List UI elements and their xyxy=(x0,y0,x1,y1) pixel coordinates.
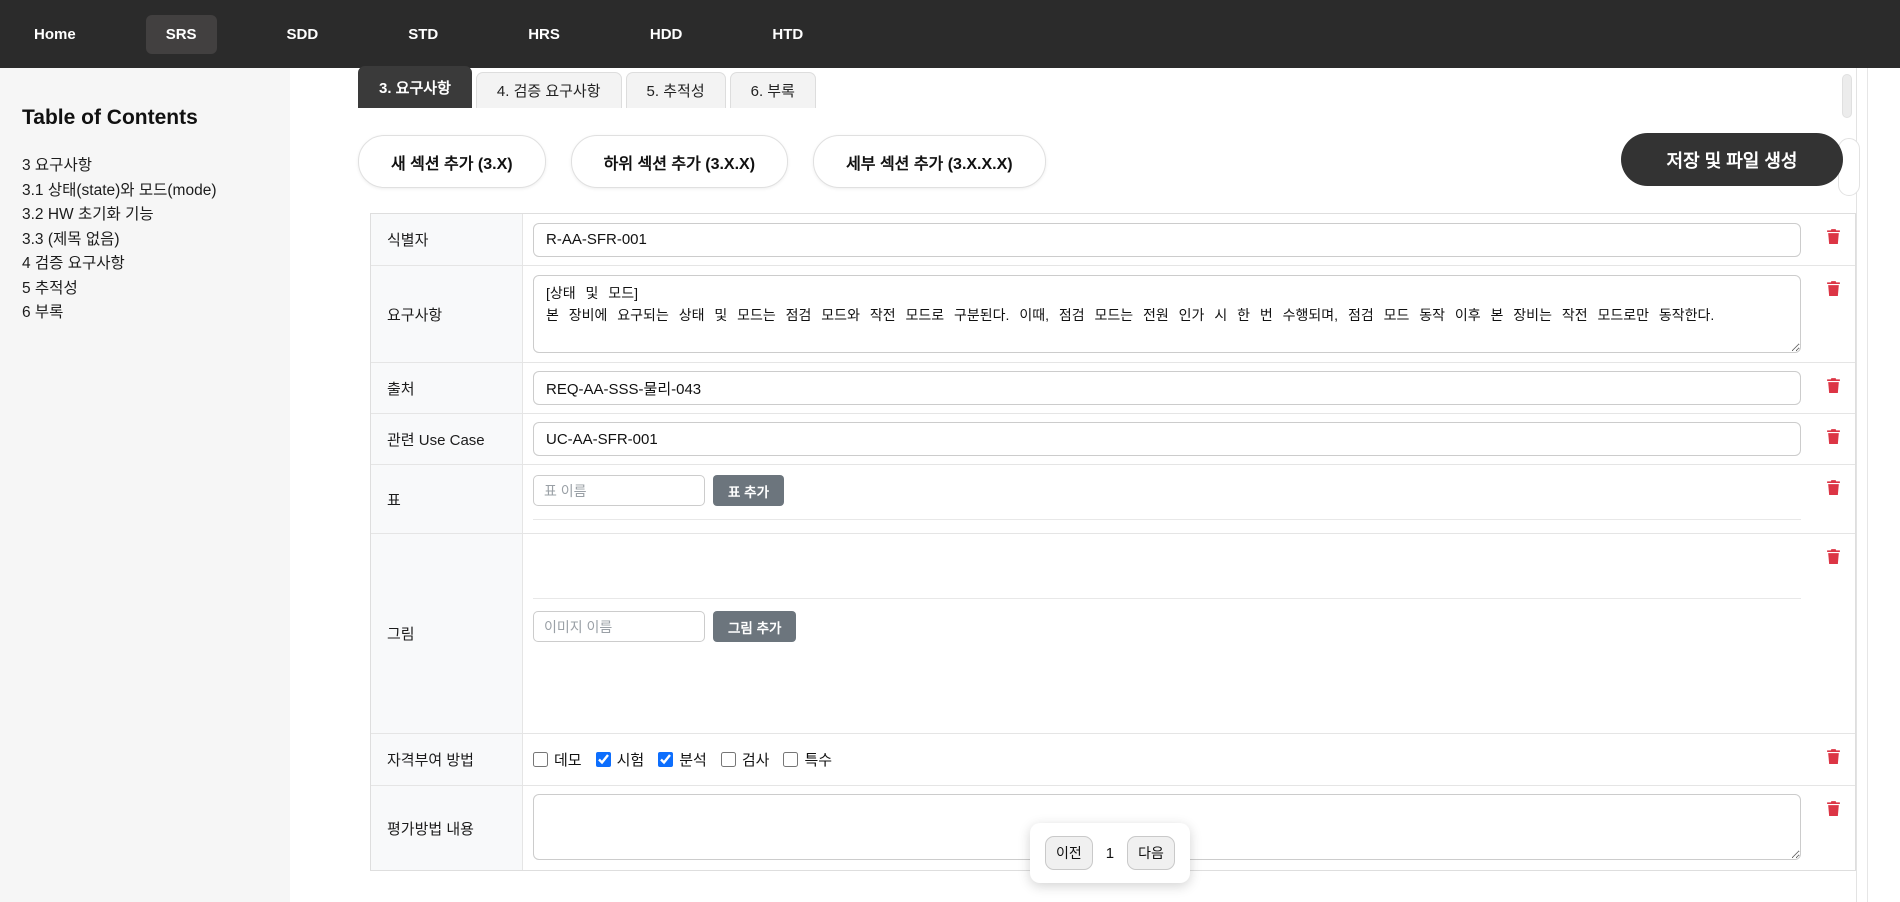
image-name-input[interactable] xyxy=(533,611,705,642)
trash-icon xyxy=(1826,429,1840,444)
delete-requirement-button[interactable] xyxy=(1825,280,1842,300)
tab-requirements[interactable]: 3. 요구사항 xyxy=(358,66,472,108)
qualification-options: 데모 시험 분석 검사 특수 xyxy=(533,734,1801,785)
form-row-figure: 그림 그림 추가 xyxy=(371,534,1855,734)
delete-evaluation-button[interactable] xyxy=(1825,800,1842,820)
form-row-requirement: 요구사항 [상태 및 모드] 본 장비에 요구되는 상태 및 모드는 점검 모드… xyxy=(371,266,1855,363)
special-checkbox[interactable] xyxy=(783,752,799,767)
toc-item-section-4[interactable]: 4 검증 요구사항 xyxy=(22,252,270,277)
tab-verification-requirements[interactable]: 4. 검증 요구사항 xyxy=(475,72,622,108)
nav-item-std[interactable]: STD xyxy=(388,15,458,54)
prev-page-button[interactable]: 이전 xyxy=(1045,836,1093,870)
requirement-label: 요구사항 xyxy=(371,266,523,362)
toc-item-section-3-3[interactable]: 3.3 (제목 없음) xyxy=(22,228,270,253)
nav-item-home[interactable]: Home xyxy=(14,15,96,54)
checkbox-test-label: 시험 xyxy=(616,752,645,769)
source-input[interactable] xyxy=(533,371,1801,405)
nav-item-srs[interactable]: SRS xyxy=(145,14,217,54)
toc-item-section-6[interactable]: 6 부록 xyxy=(22,301,270,326)
toc-title: Table of Contents xyxy=(22,106,198,129)
top-nav: Home SRS SDD STD HRS HDD HTD xyxy=(0,0,1900,68)
main-content: 3. 요구사항 4. 검증 요구사항 5. 추적성 6. 부록 새 섹션 추가 … xyxy=(290,66,1900,902)
toc-item-section-3-1[interactable]: 3.1 상태(state)와 모드(mode) xyxy=(22,179,270,204)
checkbox-analysis-label: 분석 xyxy=(679,752,707,769)
figure-list-divider xyxy=(533,598,1801,599)
toc-item-section-3[interactable]: 3 요구사항 xyxy=(22,154,270,179)
toc-item-section-3-2[interactable]: 3.2 HW 초기화 기능 xyxy=(22,203,270,228)
identifier-input[interactable] xyxy=(533,222,1801,257)
evaluation-label: 평가방법 내용 xyxy=(371,786,523,870)
add-figure-button[interactable]: 그림 추가 xyxy=(713,611,797,642)
trash-icon xyxy=(1826,281,1840,296)
form-row-table: 표 표 추가 xyxy=(371,465,1855,534)
delete-identifier-button[interactable] xyxy=(1825,228,1842,248)
scrollbar-thumb[interactable] xyxy=(1842,74,1852,118)
trash-icon xyxy=(1826,801,1840,816)
analysis-checkbox[interactable] xyxy=(658,752,674,767)
table-list-divider xyxy=(533,519,1801,520)
nav-item-hdd[interactable]: HDD xyxy=(630,15,703,54)
delete-qualification-button[interactable] xyxy=(1825,748,1842,768)
delete-source-button[interactable] xyxy=(1825,377,1842,397)
add-table-button[interactable]: 표 추가 xyxy=(713,475,785,506)
page-right-divider xyxy=(1867,68,1868,902)
delete-table-row-button[interactable] xyxy=(1825,479,1842,499)
table-label: 표 xyxy=(371,465,523,533)
use-case-label: 관련 Use Case xyxy=(371,414,523,464)
source-label: 출처 xyxy=(371,363,523,413)
delete-figure-row-button[interactable] xyxy=(1825,548,1842,568)
form-row-identifier: 식별자 xyxy=(371,214,1855,266)
checkbox-inspection-label: 검사 xyxy=(741,752,770,769)
demo-checkbox[interactable] xyxy=(533,752,548,767)
table-name-input[interactable] xyxy=(533,475,705,506)
trash-icon xyxy=(1826,378,1840,393)
toc-list: 3 요구사항 3.1 상태(state)와 모드(mode) 3.2 HW 초기… xyxy=(22,154,270,326)
checkbox-special-label: 특수 xyxy=(804,752,833,769)
qualification-label: 자격부여 방법 xyxy=(371,734,523,785)
figure-list-area xyxy=(533,534,1801,598)
add-sub-section-button[interactable]: 하위 섹션 추가 (3.X.X) xyxy=(570,135,789,188)
tab-traceability[interactable]: 5. 추적성 xyxy=(625,72,726,108)
trash-icon xyxy=(1826,749,1840,764)
checkbox-inspection[interactable]: 검사 xyxy=(720,749,770,770)
test-checkbox[interactable] xyxy=(595,752,611,767)
current-page-number: 1 xyxy=(1105,844,1115,862)
checkbox-demo[interactable]: 데모 xyxy=(533,749,582,770)
save-and-generate-button[interactable]: 저장 및 파일 생성 xyxy=(1621,133,1843,186)
delete-use-case-button[interactable] xyxy=(1825,428,1842,448)
form-row-source: 출처 xyxy=(371,363,1855,414)
section-tabs: 3. 요구사항 4. 검증 요구사항 5. 추적성 6. 부록 xyxy=(358,66,1900,108)
form-row-qualification: 자격부여 방법 데모 시험 분석 검사 특수 xyxy=(371,734,1855,786)
nav-item-htd[interactable]: HTD xyxy=(752,15,823,54)
requirement-textarea[interactable]: [상태 및 모드] 본 장비에 요구되는 상태 및 모드는 점검 모드와 작전 … xyxy=(533,275,1801,353)
checkbox-analysis[interactable]: 분석 xyxy=(658,749,707,770)
form-row-use-case: 관련 Use Case xyxy=(371,414,1855,465)
toc-sidebar: Table of Contents 3 요구사항 3.1 상태(state)와 … xyxy=(0,68,290,902)
checkbox-test[interactable]: 시험 xyxy=(595,749,645,770)
next-page-button[interactable]: 다음 xyxy=(1127,836,1175,870)
add-detail-section-button[interactable]: 세부 섹션 추가 (3.X.X.X) xyxy=(813,135,1046,188)
requirement-form: 식별자 요구사항 [상태 및 모드] 본 장비에 요구되는 상태 및 모드는 점… xyxy=(370,213,1856,871)
nav-item-sdd[interactable]: SDD xyxy=(267,15,339,54)
checkbox-special[interactable]: 특수 xyxy=(783,749,832,770)
checkbox-demo-label: 데모 xyxy=(554,752,582,769)
pagination-card: 이전 1 다음 xyxy=(1030,823,1190,883)
inspection-checkbox[interactable] xyxy=(720,752,736,767)
trash-icon xyxy=(1826,480,1840,495)
use-case-input[interactable] xyxy=(533,422,1801,456)
trash-icon xyxy=(1826,549,1840,564)
add-section-button[interactable]: 새 섹션 추가 (3.X) xyxy=(358,135,546,188)
trash-icon xyxy=(1826,229,1840,244)
toc-item-section-5[interactable]: 5 추적성 xyxy=(22,277,270,302)
identifier-label: 식별자 xyxy=(371,214,523,265)
nav-item-hrs[interactable]: HRS xyxy=(508,15,580,54)
tab-appendix[interactable]: 6. 부록 xyxy=(729,72,816,108)
figure-label: 그림 xyxy=(371,534,523,733)
